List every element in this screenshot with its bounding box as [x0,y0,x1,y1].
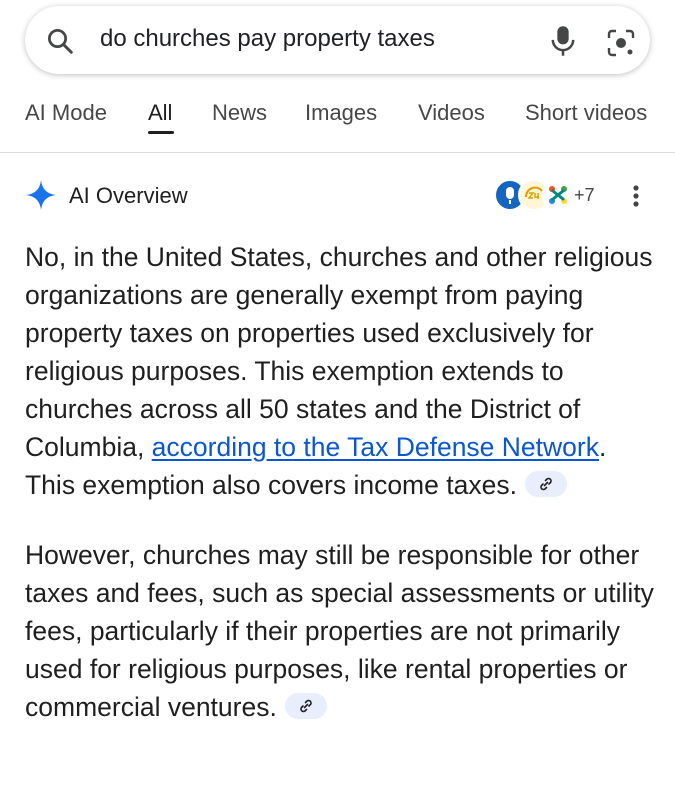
tax-defense-network-link[interactable]: according to the Tax Defense Network [152,432,599,462]
citation-link-chip[interactable] [284,693,327,719]
lens-camera-icon[interactable] [605,28,637,58]
source-favicon-people[interactable] [542,179,574,211]
microphone-icon[interactable] [549,24,577,58]
ai-overview-header: AI Overview +7 [0,175,675,219]
tab-news[interactable]: News [212,100,267,126]
overview-paragraph-2: However, churches may still be responsib… [25,536,655,726]
search-bar[interactable]: do churches pay property taxes [25,6,650,74]
overview-paragraph-1: No, in the United States, churches and o… [25,238,655,504]
search-tabs: AI Mode All News Images Videos Short vid… [0,90,675,153]
active-tab-indicator [148,131,174,134]
tab-images[interactable]: Images [305,100,377,126]
overview-text: However, churches may still be responsib… [25,540,654,722]
ai-overview-body: No, in the United States, churches and o… [25,238,655,758]
tab-videos[interactable]: Videos [418,100,485,126]
tab-ai-mode[interactable]: AI Mode [25,100,107,126]
more-options-icon[interactable] [626,179,646,213]
more-sources-count[interactable]: +7 [574,185,595,206]
overview-text: No, in the United States, churches and o… [25,242,653,462]
sparkle-icon [26,180,56,210]
tab-all[interactable]: All [148,100,172,126]
link-icon [540,477,552,491]
ai-overview-title: AI Overview [69,183,188,208]
link-icon [300,699,312,713]
citation-link-chip[interactable] [524,471,567,497]
search-query[interactable]: do churches pay property taxes [100,25,435,53]
search-icon[interactable] [45,26,75,56]
tab-short-videos[interactable]: Short videos [525,100,647,126]
